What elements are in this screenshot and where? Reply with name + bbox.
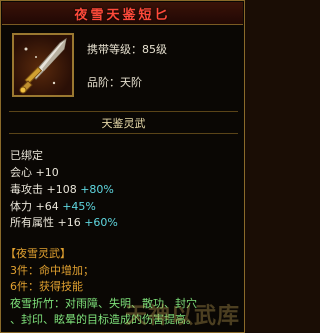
stat-base: +108 [46,183,77,196]
stat-bonus: +80% [80,183,114,196]
dagger-icon [19,37,67,94]
stat-bonus: +45% [62,200,96,213]
item-title-bar: 夜雪天鉴短匕 [2,2,243,25]
stat-label: 会心 [10,166,32,179]
bind-status: 已绑定 [10,149,43,162]
stat-row: 所有属性 +16 +60% [10,214,118,230]
divider [9,111,238,112]
carry-level: 携带等级：85级 [87,43,167,56]
stat-bonus: +60% [84,216,118,229]
item-grade: 品阶：天阶 [87,76,142,89]
stat-row: 会心 +10 [10,164,59,180]
stat-base: +16 [57,216,81,229]
item-icon-slot [12,33,74,97]
stat-label: 体力 [10,200,32,213]
item-category: 天鉴灵武 [101,117,146,130]
stat-label: 所有属性 [10,216,54,229]
item-name: 夜雪天鉴短匕 [74,7,171,23]
stat-base: +10 [35,166,59,179]
set-bonus-6: 6件：获得技能 [10,280,83,293]
watermark: 天神以武库 [124,304,240,329]
stat-row: 体力 +64 +45% [10,198,96,214]
item-tooltip: 夜雪天鉴短匕 携带等级：85级 品阶：天阶 天鉴灵武 已绑定 会心 +10 毒攻… [0,0,245,333]
stat-base: +64 [35,200,59,213]
stat-row: 毒攻击 +108 +80% [10,181,114,197]
divider [9,133,238,134]
set-title: 【夜雪灵武】 [5,247,71,260]
set-bonus-3: 3件：命中增加； [10,264,94,277]
stat-label: 毒攻击 [10,183,43,196]
